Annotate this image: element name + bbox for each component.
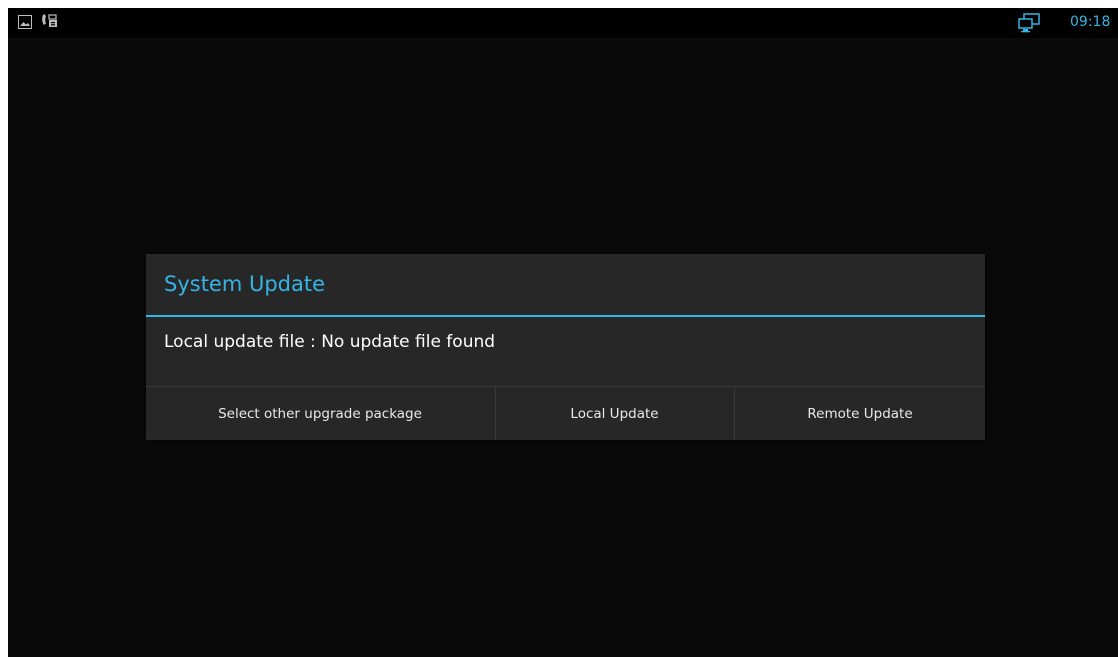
remote-update-button[interactable]: Remote Update: [734, 387, 985, 440]
select-other-package-button[interactable]: Select other upgrade package: [146, 387, 494, 440]
screen-share-icon: [1018, 13, 1040, 33]
phone-voicemail-icon: [42, 14, 57, 27]
system-update-dialog: System Update Local update file : No upd…: [146, 254, 985, 440]
gallery-icon: [18, 15, 32, 29]
dialog-button-bar: Select other upgrade package Local Updat…: [146, 386, 985, 440]
device-screen: 09:18 System Update Local update file : …: [8, 8, 1118, 657]
local-update-button[interactable]: Local Update: [495, 387, 733, 440]
status-bar: 09:18: [8, 8, 1118, 38]
dialog-title: System Update: [164, 272, 326, 296]
dialog-message: Local update file : No update file found: [164, 332, 496, 352]
status-time: 09:18: [1070, 14, 1111, 30]
title-divider: [146, 315, 985, 317]
